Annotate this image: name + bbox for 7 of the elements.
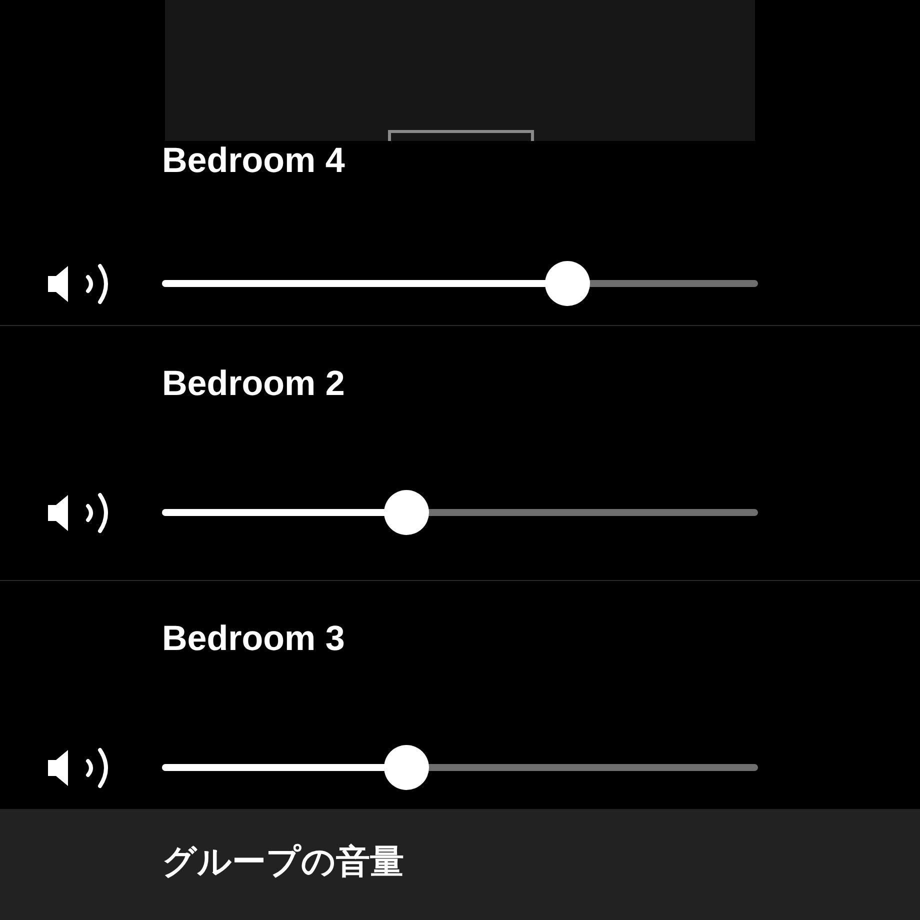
slider-thumb[interactable]	[384, 745, 430, 790]
slider-thumb[interactable]	[545, 261, 590, 306]
room-name: Bedroom 3	[162, 619, 345, 659]
room-name: Bedroom 2	[162, 364, 345, 404]
room-name: Bedroom 4	[162, 141, 345, 181]
group-volume-title: グループの音量	[162, 843, 404, 881]
slider-thumb[interactable]	[384, 490, 430, 535]
